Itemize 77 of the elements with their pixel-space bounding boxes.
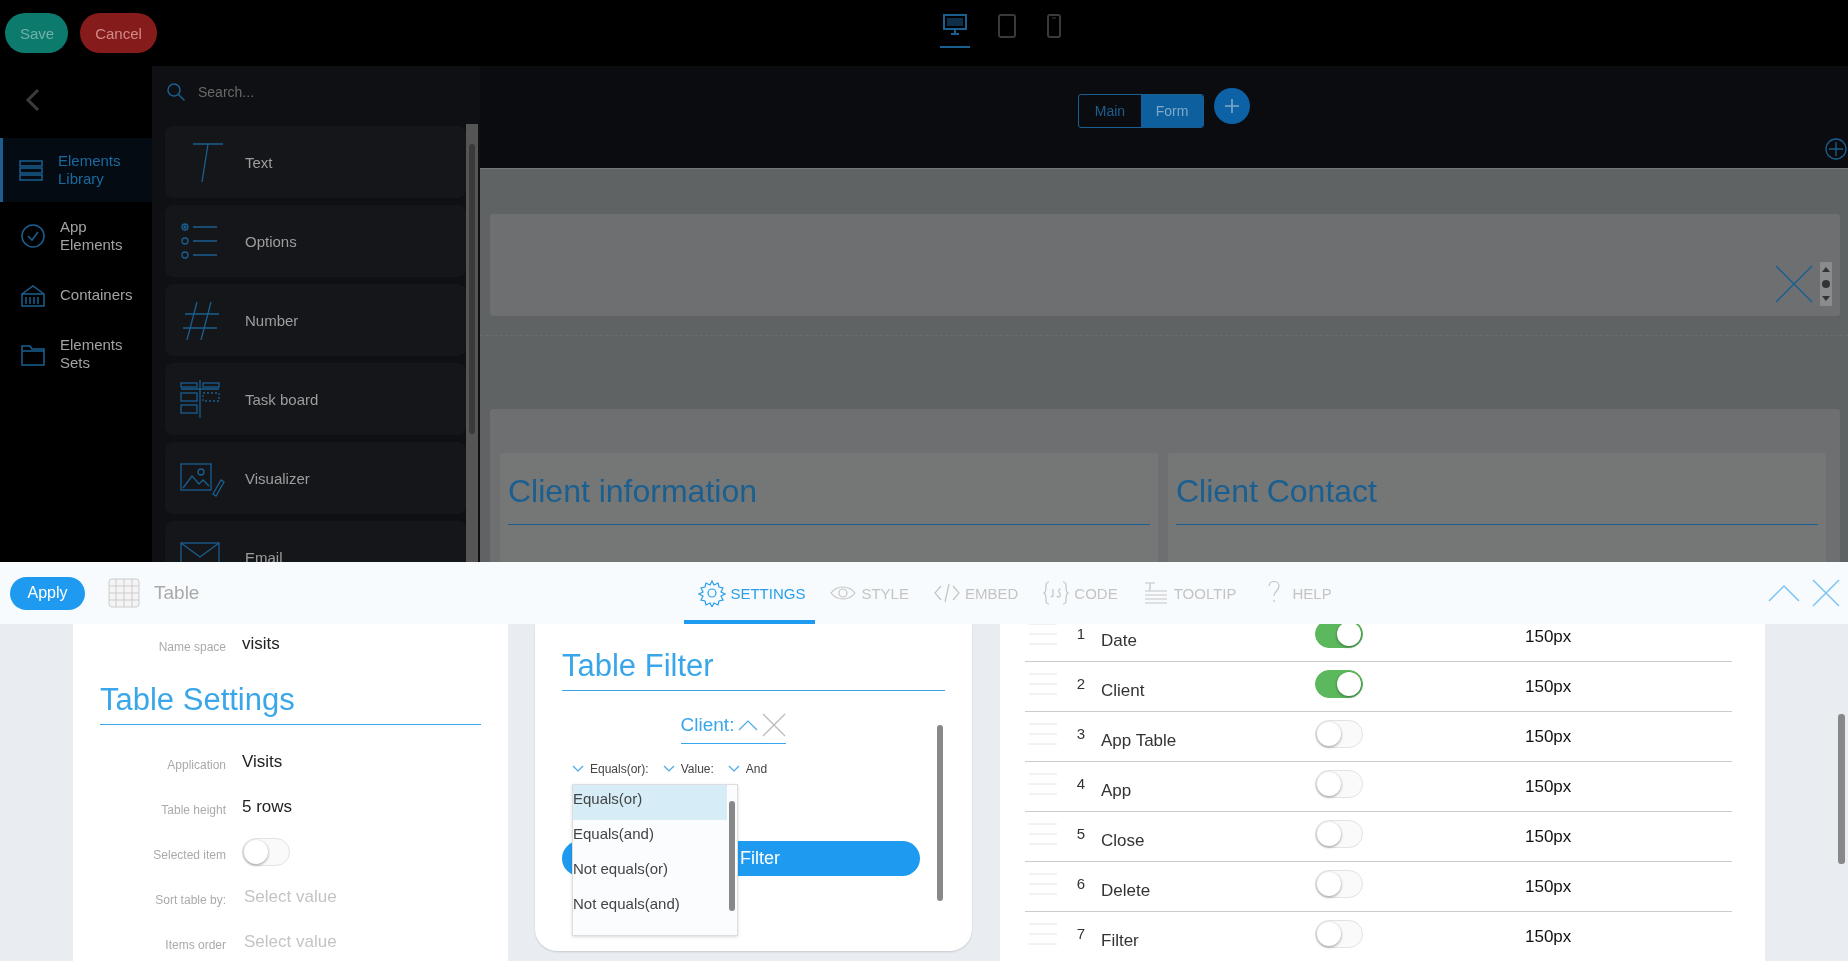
toolbar-button[interactable]: Cancel bbox=[80, 13, 157, 53]
check-circle-icon bbox=[20, 223, 46, 249]
row-number: 6 bbox=[1075, 875, 1085, 892]
column-name: App Table bbox=[1101, 730, 1178, 751]
library-item[interactable]: Visualizer bbox=[165, 442, 466, 514]
section-title: Client information bbox=[508, 473, 1150, 525]
field-value[interactable]: visits bbox=[242, 634, 280, 654]
column-width[interactable]: 150px bbox=[1525, 926, 1572, 947]
section-title: Client Contact bbox=[1176, 473, 1818, 525]
row-number: 2 bbox=[1075, 675, 1085, 692]
dropdown-option[interactable]: Not equals(and) bbox=[573, 890, 727, 925]
library-item[interactable]: Options bbox=[165, 205, 466, 277]
column-width[interactable]: 150px bbox=[1525, 676, 1572, 697]
caret-down-icon bbox=[727, 765, 740, 773]
library-item[interactable]: Number bbox=[165, 284, 466, 356]
field-label: Application bbox=[166, 756, 226, 772]
gear-icon bbox=[698, 579, 727, 607]
condition-dropdown[interactable]: Equals(or): bbox=[572, 762, 649, 776]
add-circle-icon[interactable] bbox=[1825, 138, 1847, 160]
caret-down-icon bbox=[572, 765, 584, 773]
condition-dropdown[interactable]: And bbox=[727, 762, 768, 776]
plus-icon bbox=[1224, 98, 1240, 114]
column-name: Close bbox=[1101, 830, 1146, 851]
collapse-icon[interactable] bbox=[1768, 584, 1800, 602]
braces-icon bbox=[1042, 579, 1071, 607]
field-label: Sort table by: bbox=[154, 891, 226, 907]
column-name: Delete bbox=[1101, 880, 1152, 901]
select-field[interactable]: Select value bbox=[242, 930, 446, 953]
close-icon[interactable] bbox=[1774, 264, 1814, 304]
field-label: Items order bbox=[164, 936, 226, 952]
close-icon[interactable] bbox=[1812, 579, 1840, 607]
column-name: Client bbox=[1101, 680, 1146, 701]
field-label: Name space bbox=[157, 639, 226, 654]
search-icon bbox=[166, 82, 186, 102]
dropdown-option[interactable]: Equals(or) bbox=[573, 785, 727, 820]
row-number: 4 bbox=[1075, 775, 1085, 792]
toggle-switch[interactable] bbox=[1315, 669, 1363, 698]
nav-item[interactable]: App Elements bbox=[0, 208, 152, 264]
nav-item[interactable]: Containers bbox=[0, 270, 152, 320]
basket-icon bbox=[20, 282, 46, 308]
caret-up-icon[interactable] bbox=[738, 719, 759, 731]
section-heading: Table Filter bbox=[562, 624, 945, 691]
column-name: Date bbox=[1101, 630, 1138, 651]
column-width[interactable]: 150px bbox=[1525, 626, 1572, 647]
field-value[interactable]: Visits bbox=[242, 751, 283, 772]
library-item[interactable]: Text bbox=[165, 126, 466, 198]
search-field[interactable]: Search... bbox=[196, 83, 400, 101]
row-number: 5 bbox=[1075, 825, 1085, 842]
add-button[interactable] bbox=[1214, 88, 1250, 124]
field-label: Table height bbox=[160, 801, 226, 817]
stack-icon bbox=[18, 157, 44, 183]
row-number: 1 bbox=[1075, 625, 1085, 642]
condition-dropdown[interactable]: Value: bbox=[662, 762, 714, 776]
scrollbar[interactable] bbox=[466, 124, 478, 562]
field-value[interactable]: 5 rows bbox=[242, 796, 293, 817]
table-icon bbox=[108, 578, 140, 608]
column-name: Filter bbox=[1101, 930, 1140, 951]
filter-field: Client: bbox=[680, 714, 735, 736]
section-heading: Table Settings bbox=[100, 664, 481, 725]
close-icon[interactable] bbox=[762, 713, 787, 737]
toggle-switch[interactable] bbox=[1315, 624, 1363, 648]
column-width[interactable]: 150px bbox=[1525, 726, 1572, 747]
caret-down-icon bbox=[662, 765, 675, 773]
row-number: 7 bbox=[1075, 925, 1085, 942]
back-icon[interactable] bbox=[25, 88, 41, 112]
column-width[interactable]: 150px bbox=[1525, 826, 1572, 847]
library-item[interactable]: Task board bbox=[165, 363, 466, 435]
column-name: App bbox=[1101, 780, 1133, 801]
element-name: Table bbox=[154, 582, 200, 604]
select-field[interactable]: Select value bbox=[242, 885, 446, 908]
column-width[interactable]: 150px bbox=[1525, 876, 1572, 897]
column-width[interactable]: 150px bbox=[1525, 776, 1572, 797]
field-label: Selected item bbox=[152, 846, 226, 862]
row-number: 3 bbox=[1075, 725, 1085, 742]
library-item[interactable]: Email bbox=[165, 521, 466, 562]
stepper-icon[interactable] bbox=[1820, 262, 1832, 306]
nav-item[interactable]: Elements Sets bbox=[0, 326, 152, 382]
